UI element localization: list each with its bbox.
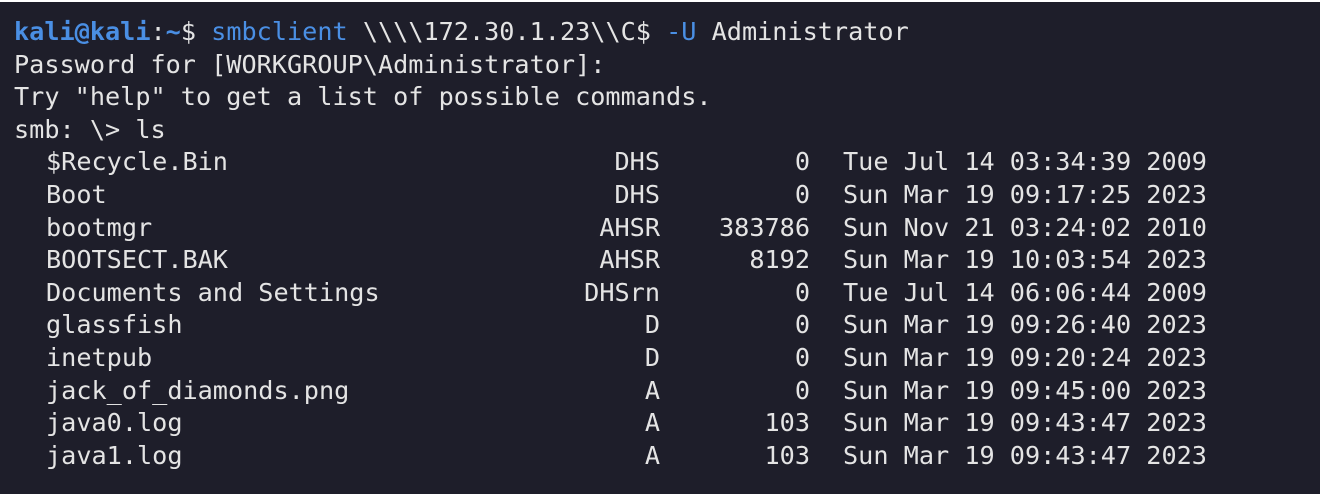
listing-entry-attributes: DHS — [614, 147, 661, 177]
listing-entry-name: bootmgr — [46, 212, 153, 242]
listing-entry-name: java1.log — [46, 440, 183, 470]
listing-entry-attributes: AHSR — [599, 212, 660, 242]
listing-entry-name: glassfish — [46, 310, 183, 340]
prompt-user-host: kali@kali — [14, 17, 151, 46]
listing-entry-date: Sun Mar 19 10:03:54 2023 — [843, 245, 1207, 275]
listing-entry-size: 0 — [794, 375, 810, 405]
listing-row: java0.log A 103 Sun Mar 19 09:43:47 2023 — [0, 407, 1320, 440]
listing-entry-date: Sun Mar 19 09:17:25 2023 — [843, 180, 1207, 209]
listing-entry-attributes: AHSR — [599, 245, 660, 275]
listing-entry-name: inetpub — [46, 343, 153, 372]
listing-row: Boot DHS 0 Sun Mar 19 09:17:25 2023 — [0, 179, 1320, 212]
listing-entry-date: Sun Mar 19 09:43:47 2023 — [843, 440, 1207, 470]
listing-entry-attributes: D — [644, 343, 660, 372]
listing-entry-date: Sun Nov 21 03:24:02 2010 — [843, 212, 1207, 242]
listing-row: jack_of_diamonds.png A 0 Sun Mar 19 09:45:0… — [0, 375, 1320, 408]
listing-entry-name: $Recycle.Bin — [46, 147, 228, 177]
listing-entry-name: java0.log — [46, 408, 183, 438]
listing-entry-attributes: DHS — [614, 180, 661, 209]
listing-entry-size: 383786 — [719, 212, 810, 242]
password-prompt-line: Password for [WORKGROUP\Administrator]: — [14, 49, 606, 79]
listing-entry-name: BOOTSECT.BAK — [46, 245, 228, 275]
listing-entry-size: 0 — [794, 277, 810, 307]
terminal-window[interactable]: kali@kali:~$ smbclient \\\\172.30.1.23\\… — [0, 0, 1320, 496]
command-flag-value: Administrator — [696, 17, 909, 46]
listing-entry-size: 0 — [794, 180, 810, 209]
help-hint-line: Try "help" to get a list of possible com… — [14, 82, 712, 112]
listing-entry-name: Boot — [46, 180, 107, 209]
listing-entry-size: 0 — [794, 310, 810, 340]
prompt-path: ~ — [165, 17, 181, 46]
listing-entry-attributes: D — [644, 310, 660, 340]
command-name: smbclient — [211, 17, 348, 46]
listing-row: java1.log A 103 Sun Mar 19 09:43:47 2023 — [0, 440, 1320, 473]
listing-row: bootmgr AHSR 383786 Sun Nov 21 03:24:02 201… — [0, 212, 1320, 245]
listing-entry-attributes: DHSrn — [584, 277, 660, 307]
command-flag: -U — [666, 17, 697, 46]
prompt-separator: : — [150, 17, 166, 46]
listing-entry-date: Sun Mar 19 09:43:47 2023 — [843, 408, 1207, 438]
listing-entry-date: Sun Mar 19 09:20:24 2023 — [843, 343, 1207, 372]
command-args: \\\\172.30.1.23\\C$ — [347, 17, 667, 46]
listing-row: inetpub D 0 Sun Mar 19 09:20:24 2023 — [0, 342, 1320, 375]
smb-prompt-line: smb: \> ls — [14, 114, 166, 144]
listing-entry-size: 8192 — [749, 245, 810, 275]
listing-entry-date: Tue Jul 14 06:06:44 2009 — [843, 277, 1207, 307]
listing-entry-name: Documents and Settings — [46, 277, 380, 307]
listing-entry-name: jack_of_diamonds.png — [46, 375, 350, 405]
listing-entry-date: Tue Jul 14 03:34:39 2009 — [843, 147, 1207, 177]
listing-entry-size: 0 — [794, 147, 810, 177]
listing-row: $Recycle.Bin DHS 0 Tue Jul 14 03:34:39 2009 — [0, 146, 1320, 179]
listing-entry-date: Sun Mar 19 09:45:00 2023 — [843, 375, 1207, 405]
listing-entry-attributes: A — [644, 408, 660, 438]
listing-entry-size: 103 — [764, 440, 811, 470]
command-line: kali@kali:~$ smbclient \\\\172.30.1.23\\… — [14, 16, 909, 49]
listing-entry-size: 0 — [794, 343, 810, 372]
listing-row: Documents and Settings DHSrn 0 Tue Jul 14 0… — [0, 277, 1320, 310]
listing-row: BOOTSECT.BAK AHSR 8192 Sun Mar 19 10:03:54 … — [0, 244, 1320, 277]
prompt-symbol: $ — [180, 17, 212, 46]
listing-entry-size: 103 — [764, 408, 811, 438]
listing-entry-attributes: A — [644, 440, 660, 470]
listing-entry-attributes: A — [644, 375, 660, 405]
listing-entry-date: Sun Mar 19 09:26:40 2023 — [843, 310, 1207, 340]
listing-row: glassfish D 0 Sun Mar 19 09:26:40 2023 — [0, 309, 1320, 342]
